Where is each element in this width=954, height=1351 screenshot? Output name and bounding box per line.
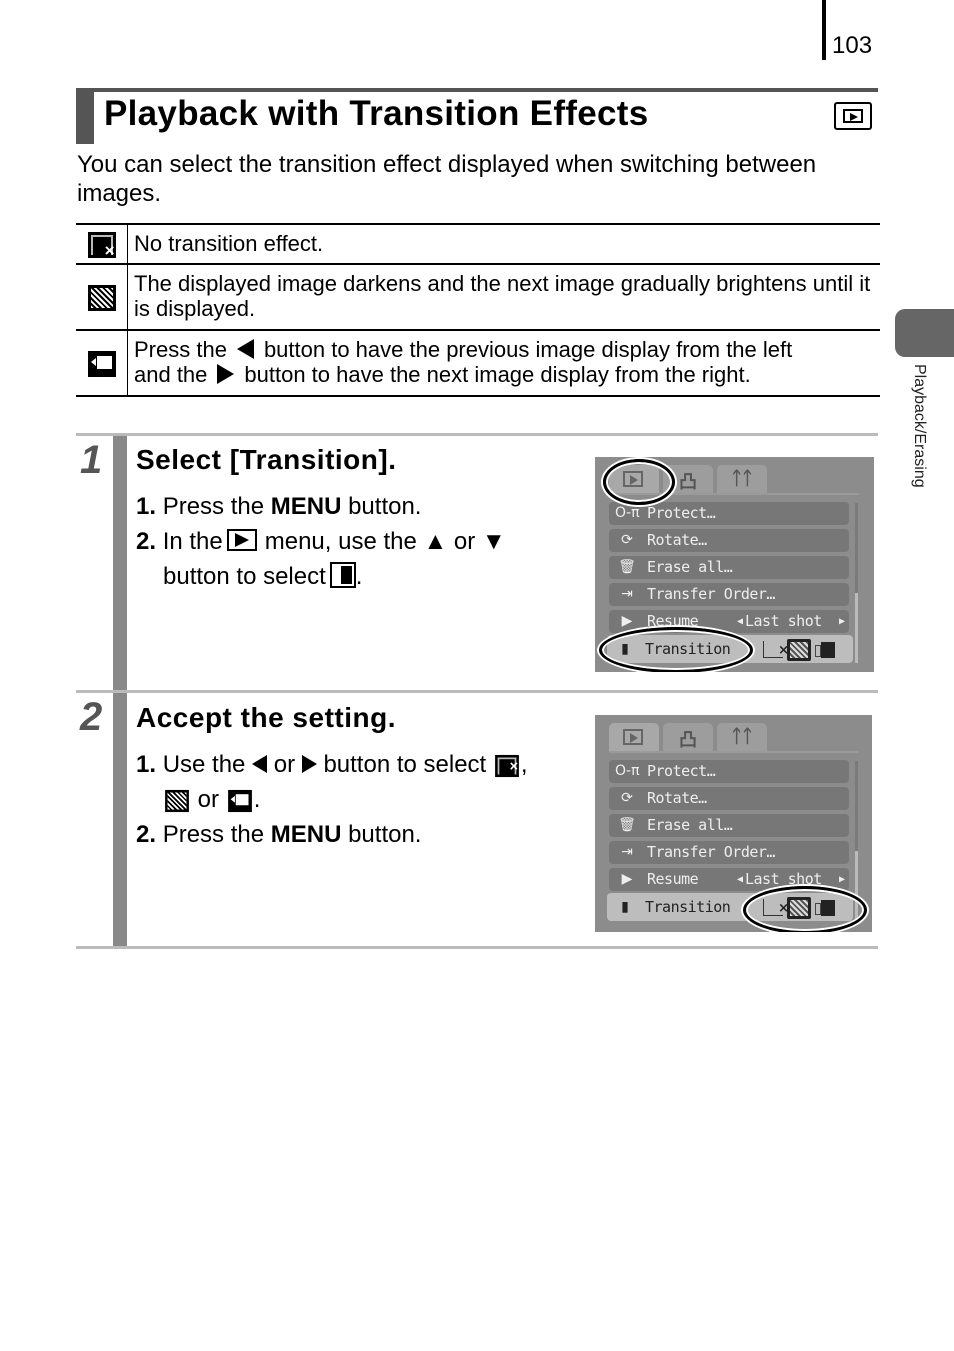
fade-transition-icon [87,284,116,311]
no-transition-icon [87,231,116,263]
menu-item-rotate: ⟳ Rotate… [609,529,849,552]
chapter-tab-label: Playback/Erasing [911,364,928,488]
step-number: 1 [80,438,103,482]
instruction-1: 1. Use the or button to select , [136,747,528,782]
left-arrow-icon: ◀ [737,616,744,627]
title-accent-bar [76,88,94,144]
key-icon: O‑π [615,763,640,779]
transfer-icon: ⇥ [621,844,633,860]
table-row: Press the button to have the previous ima… [76,329,880,397]
right-arrow-icon [301,755,317,773]
title-rule [76,88,878,92]
effect-description: No transition effect. [127,223,880,265]
section-end-rule [76,946,878,949]
key-icon: O‑π [615,505,640,521]
menu-item-rotate: ⟳ Rotate… [609,787,849,810]
playback-mode-icon [834,102,872,130]
effect-description: Press the button to have the previous ima… [127,329,880,397]
tab-setup: ᛏᛏ [717,465,767,493]
menu-item-protect: O‑π Protect… [609,502,849,525]
left-arrow-icon [252,755,268,773]
transition-effects-table: No transition effect. The displayed imag… [76,223,880,397]
intro-text: You can select the transition effect dis… [77,151,817,207]
highlight-transition-item [599,627,753,672]
trash-icon: 🗑 [618,559,636,575]
right-arrow-icon [217,364,235,384]
transition-icon: ▮ [621,899,629,915]
right-arrow-icon: ▶ [838,874,845,885]
page-number: 103 [832,32,873,59]
rotate-icon: ⟳ [621,790,633,806]
scrollbar-thumb [855,593,858,663]
menu-item-protect: O‑π Protect… [609,760,849,783]
chapter-tab [895,309,954,357]
step-title: Accept the setting. [136,702,396,733]
step-1: 1 Select [Transition]. 1. Press the MENU… [76,433,878,693]
highlight-transition-options [743,886,867,932]
instruction-2: 2. In the menu, use the ▲ or ▼ [136,528,506,555]
left-arrow-icon: ◀ [737,874,744,885]
table-row: No transition effect. [76,223,880,265]
step-bar [113,693,127,949]
step-number: 2 [80,695,103,739]
fade-transition-icon [787,639,811,661]
resume-icon: ▶ [621,871,633,887]
right-arrow-icon: ▶ [838,616,845,627]
effect-description: The displayed image darkens and the next… [127,263,880,331]
playback-menu-icon [226,529,257,551]
slide-transition-icon [87,350,116,377]
tab-setup: ᛏᛏ [717,723,767,751]
menu-item-erase-all: 🗑 Erase all… [609,814,849,837]
instruction-2: 2. Press the MENU button. [136,821,422,848]
tab-print: 凸 [663,723,713,751]
camera-screen-1: 凸 ᛏᛏ O‑π Protect… ⟳ Rotate… 🗑 Erase all… ⇥ T… [595,457,874,672]
menu-item-erase-all: 🗑 Erase all… [609,556,849,579]
page-number-rule [822,0,826,60]
section-title: Playback with Transition Effects [104,94,649,133]
fade-transition-icon [165,789,189,812]
slide-transition-icon [227,789,252,812]
left-arrow-icon [236,339,254,359]
instruction-1: 1. Press the MENU button. [136,493,422,520]
menu-item-transfer-order: ⇥ Transfer Order… [609,583,849,606]
slide-transition-icon [815,642,835,658]
no-transition-icon [494,751,519,781]
trash-icon: 🗑 [618,817,636,833]
table-row: The displayed image darkens and the next… [76,263,880,331]
step-instructions: 1. Press the MENU button. 2. In the menu,… [136,489,506,594]
menu-item-transfer-order: ⇥ Transfer Order… [609,841,849,864]
step-title: Select [Transition]. [136,444,397,475]
tab-playback [609,723,659,751]
step-2: 2 Accept the setting. 1. Use the or butt… [76,690,878,949]
transition-icon [329,562,356,588]
step-instructions: 1. Use the or button to select , or . 2.… [136,747,528,852]
step-bar [113,436,127,693]
highlight-playback-tab [603,459,675,505]
camera-screen-2: 凸 ᛏᛏ O‑π Protect… ⟳ Rotate… 🗑 Erase all… ⇥ T… [595,715,872,932]
rotate-icon: ⟳ [621,532,633,548]
transfer-icon: ⇥ [621,586,633,602]
no-transition-icon [763,637,789,665]
